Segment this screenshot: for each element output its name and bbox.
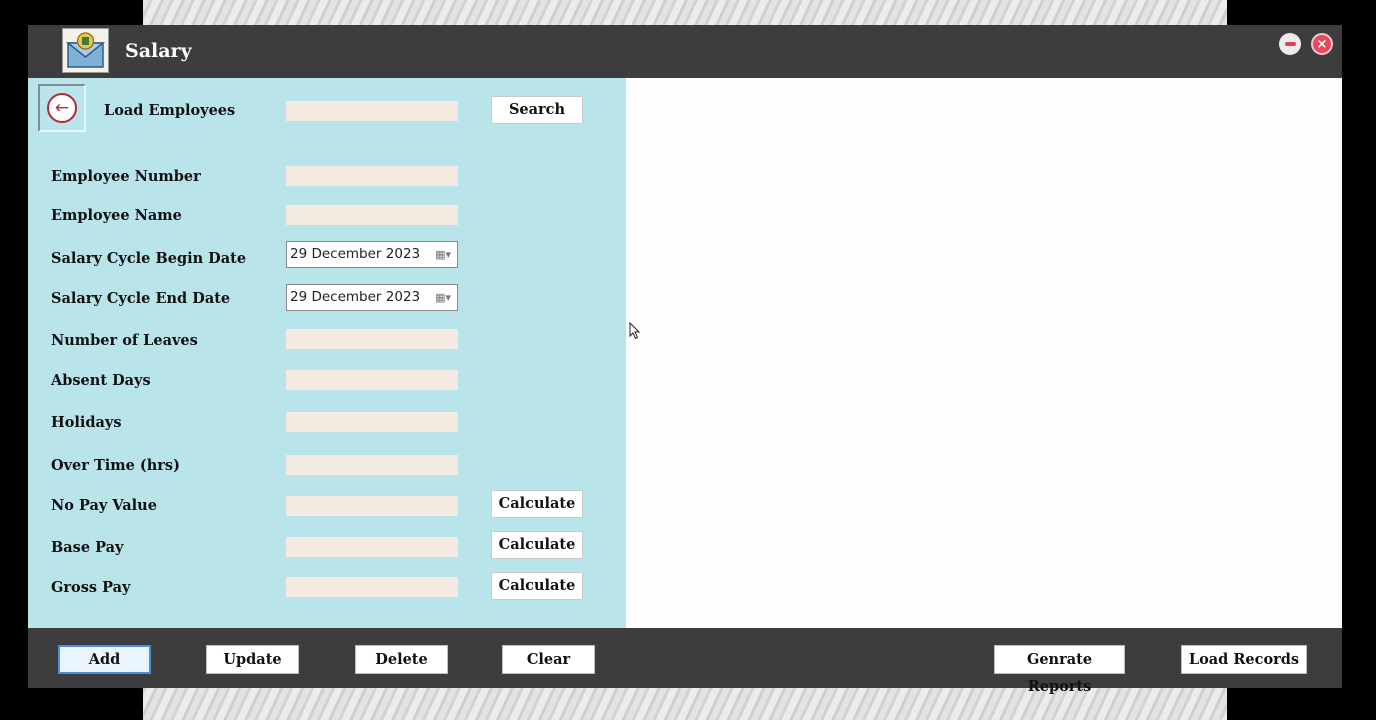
cycle-end-label: Salary Cycle End Date <box>51 290 231 307</box>
overtime-label: Over Time (hrs) <box>51 457 180 474</box>
base-pay-field[interactable] <box>286 537 458 557</box>
calculate-no-pay-button[interactable]: Calculate <box>491 490 583 518</box>
employee-form-panel: ← Load Employees Search Employee Number … <box>28 78 626 628</box>
employee-search-input[interactable] <box>286 101 458 121</box>
calendar-dropdown-icon[interactable]: ▦▾ <box>435 248 451 261</box>
leaves-field[interactable] <box>286 329 458 349</box>
minimize-icon[interactable] <box>1279 33 1301 55</box>
holidays-field[interactable] <box>286 412 458 432</box>
leaves-label: Number of Leaves <box>51 332 198 349</box>
absent-days-label: Absent Days <box>51 372 151 389</box>
clear-button[interactable]: Clear <box>502 645 595 674</box>
absent-days-field[interactable] <box>286 370 458 390</box>
load-employees-label: Load Employees <box>104 102 236 119</box>
gross-pay-label: Gross Pay <box>51 579 131 596</box>
gross-pay-field[interactable] <box>286 577 458 597</box>
calculate-gross-pay-button[interactable]: Calculate <box>491 572 583 600</box>
action-toolbar: Add Update Delete Clear Genrate Reports … <box>28 628 1342 695</box>
envelope-money-icon <box>62 28 109 73</box>
close-icon[interactable]: × <box>1311 33 1333 55</box>
employee-name-label: Employee Name <box>51 207 182 224</box>
delete-button[interactable]: Delete <box>355 645 448 674</box>
employee-name-field[interactable] <box>286 205 458 225</box>
cycle-begin-date-value: 29 December 2023 <box>290 246 421 262</box>
title-bar: Salary × <box>28 25 1342 78</box>
generate-reports-button[interactable]: Genrate Reports <box>994 645 1125 695</box>
calendar-dropdown-icon[interactable]: ▦▾ <box>435 291 451 304</box>
no-pay-label: No Pay Value <box>51 497 157 514</box>
load-records-button[interactable]: Load Records <box>1181 645 1307 674</box>
add-button[interactable]: Add <box>58 645 151 674</box>
cycle-end-date-picker[interactable]: 29 December 2023 ▦▾ <box>286 284 458 311</box>
calculate-base-pay-button[interactable]: Calculate <box>491 531 583 559</box>
salary-window: Salary × ← Load Employees Search Employe… <box>28 25 1342 695</box>
window-title: Salary <box>125 40 192 62</box>
cycle-end-date-value: 29 December 2023 <box>290 289 421 305</box>
overtime-field[interactable] <box>286 455 458 475</box>
holidays-label: Holidays <box>51 414 122 431</box>
back-button[interactable]: ← <box>38 84 86 132</box>
search-button[interactable]: Search <box>491 96 583 124</box>
back-arrow-icon: ← <box>47 93 77 123</box>
cycle-begin-label: Salary Cycle Begin Date <box>51 250 247 267</box>
employee-number-label: Employee Number <box>51 168 201 185</box>
update-button[interactable]: Update <box>206 645 299 674</box>
mouse-cursor-icon <box>629 322 641 340</box>
no-pay-field[interactable] <box>286 496 458 516</box>
cycle-begin-date-picker[interactable]: 29 December 2023 ▦▾ <box>286 241 458 268</box>
records-panel[interactable] <box>626 78 1342 628</box>
employee-number-field[interactable] <box>286 166 458 186</box>
base-pay-label: Base Pay <box>51 539 124 556</box>
